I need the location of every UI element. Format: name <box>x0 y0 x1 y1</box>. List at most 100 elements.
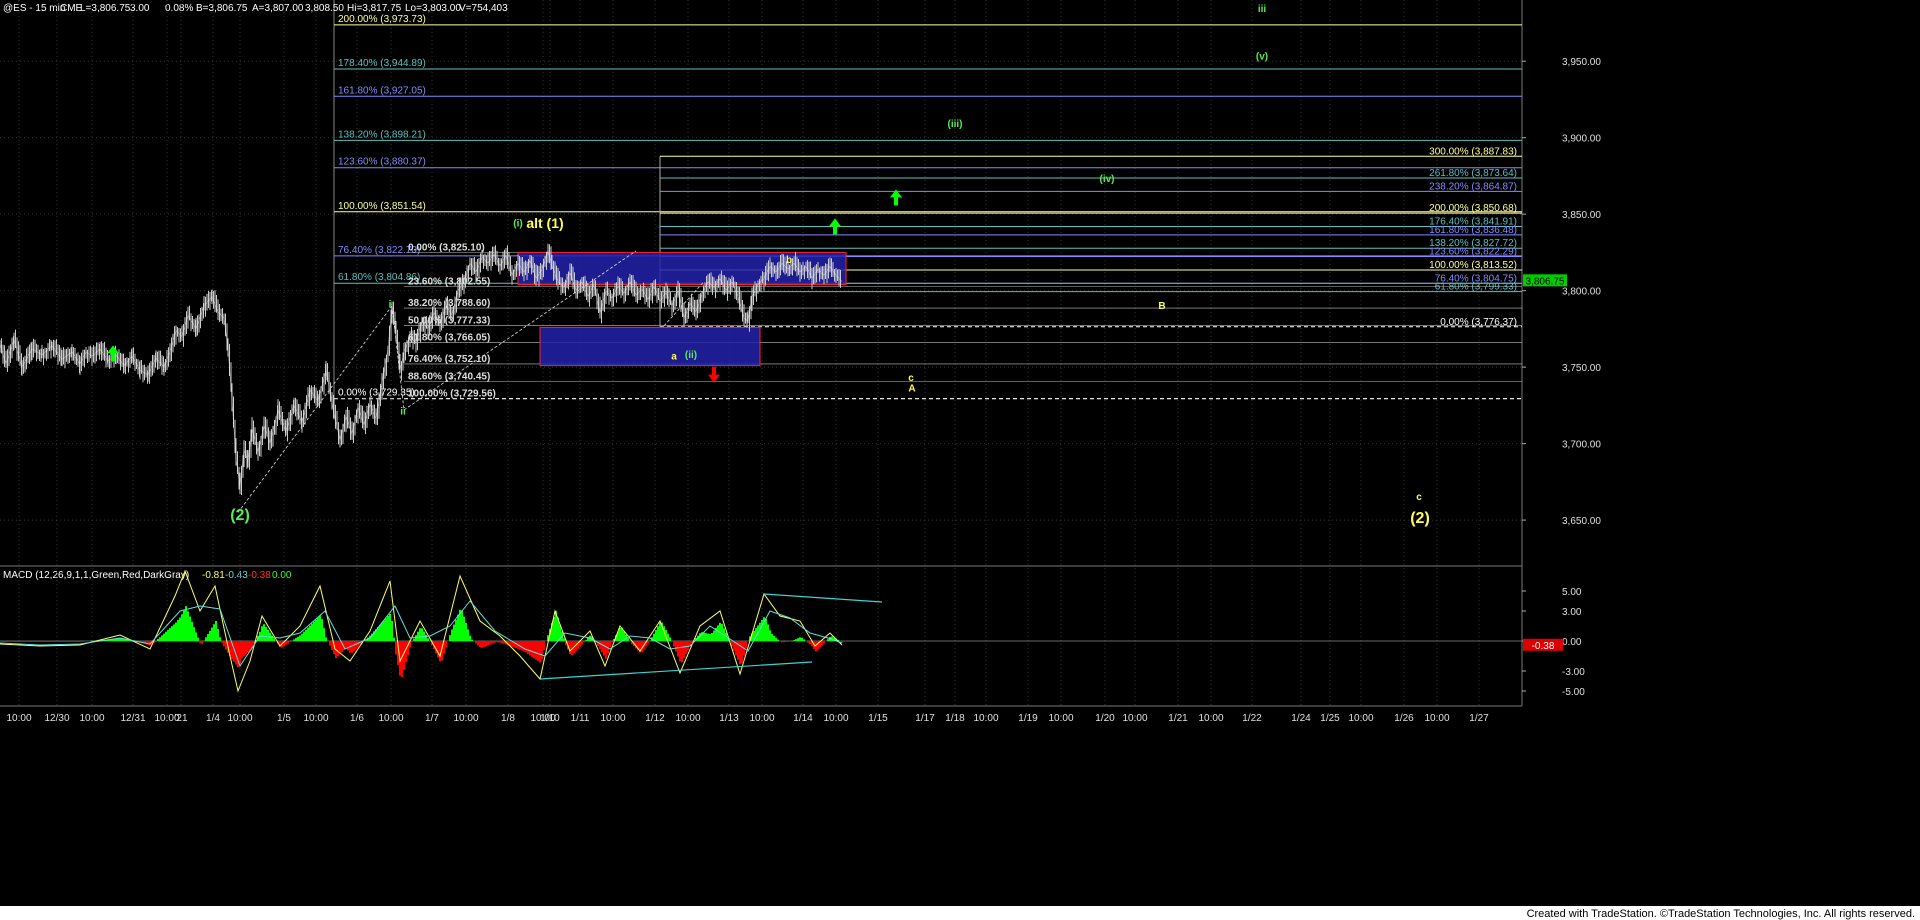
macd-histogram-bar <box>437 641 439 658</box>
macd-histogram-bar <box>545 641 547 642</box>
x-tick-label: 1/4 <box>206 713 220 724</box>
macd-histogram-bar <box>421 628 423 641</box>
macd-histogram-bar <box>493 641 495 643</box>
wave-label: (v) <box>1256 52 1268 63</box>
macd-histogram-bar <box>487 641 489 646</box>
fib-label-right: 238.20% (3,864.87) <box>1429 181 1517 192</box>
macd-histogram-bar <box>771 634 773 641</box>
fib-label-left: 138.20% (3,898.21) <box>338 129 426 140</box>
x-tick-label: 12/31 <box>120 713 145 724</box>
macd-histogram-bar <box>765 618 767 641</box>
macd-histogram-bar <box>319 615 321 641</box>
macd-histogram-bar <box>21 641 23 642</box>
macd-histogram-bar <box>537 641 539 662</box>
target-box-lower <box>539 326 761 367</box>
macd-histogram-bar <box>521 641 523 651</box>
footer-credit: Created with TradeStation. ©TradeStation… <box>1527 908 1915 920</box>
macd-histogram-bar <box>41 641 43 642</box>
macd-histogram-bar <box>195 632 197 641</box>
macd-histogram-bar <box>309 625 311 641</box>
macd-histogram-bar <box>33 641 35 642</box>
macd-histogram-bar <box>711 632 713 641</box>
macd-histogram-bar <box>1 641 3 642</box>
x-tick-label: 10:00 <box>227 713 252 724</box>
y-tick-label: 3,800.00 <box>1562 287 1601 298</box>
macd-histogram-bar <box>387 616 389 641</box>
macd-histogram-bar <box>261 626 263 641</box>
macd-histogram-bar <box>5 641 7 642</box>
fib-retrace-label: 76.40% (3,752.10) <box>408 354 490 365</box>
macd-histogram-bar <box>305 629 307 641</box>
macd-histogram-bar <box>587 637 589 641</box>
macd-histogram-bar <box>29 641 31 642</box>
macd-histogram-bar <box>797 638 799 641</box>
fib-retrace-label: 0.00% (3,825.10) <box>408 242 485 253</box>
macd-y-tick-label: -3.00 <box>1562 667 1585 678</box>
macd-histogram-bar <box>181 614 183 641</box>
header-high: Hi=3,817.75 <box>347 3 402 14</box>
macd-histogram-bar <box>247 641 249 653</box>
macd-histogram-bar <box>175 622 177 641</box>
macd-histogram-bar <box>419 628 421 641</box>
macd-histogram-bar <box>317 617 319 641</box>
macd-histogram-bar <box>43 641 45 642</box>
macd-histogram-bar <box>791 641 793 642</box>
macd-histogram-bar <box>471 639 473 641</box>
macd-histogram-bar <box>759 622 761 641</box>
macd-histogram-bar <box>295 638 297 641</box>
header-pct: 0.08% <box>165 3 193 14</box>
macd-histogram-bar <box>301 633 303 641</box>
macd-histogram-bar <box>61 641 63 642</box>
fib-label-right: 100.00% (3,813.52) <box>1429 260 1517 271</box>
x-tick-label: 10:00 <box>675 713 700 724</box>
macd-histogram-bar <box>381 622 383 641</box>
x-tick-label: 10:00 <box>6 713 31 724</box>
macd-histogram-bar <box>273 638 275 641</box>
x-tick-label: 1/24 <box>1291 713 1311 724</box>
macd-histogram-bar <box>415 635 417 641</box>
macd-histogram-bar <box>219 637 221 641</box>
macd-histogram-bar <box>473 641 475 642</box>
macd-histogram-bar <box>809 641 811 645</box>
x-tick-label: 1/7 <box>425 713 439 724</box>
macd-histogram-bar <box>679 641 681 662</box>
macd-histogram-bar <box>717 625 719 641</box>
x-tick-label: 1/10 <box>540 713 560 724</box>
fib-label-left: 178.40% (3,944.89) <box>338 58 426 69</box>
x-tick-label: 10:00 <box>823 713 848 724</box>
macd-histogram-bar <box>297 636 299 641</box>
macd-histogram-bar <box>189 616 191 641</box>
macd-histogram-bar <box>467 629 469 641</box>
macd-histogram-bar <box>469 635 471 641</box>
macd-histogram-bar <box>789 641 791 642</box>
macd-histogram-bar <box>161 635 163 641</box>
macd-histogram-bar <box>65 641 67 642</box>
macd-histogram-bar <box>605 641 607 659</box>
chart-canvas: @ES - 15 min CME L=3,806.75 3.00 0.08% B… <box>0 0 1920 920</box>
wave-label: (i) <box>513 218 522 229</box>
fib-label-right: 261.80% (3,873.64) <box>1429 168 1517 179</box>
macd-histogram-bar <box>673 641 675 647</box>
fib-label-left: 123.60% (3,880.37) <box>338 157 426 168</box>
macd-histogram-bar <box>627 638 629 641</box>
x-tick-label: 1/18 <box>945 713 965 724</box>
macd-histogram-bar <box>465 623 467 641</box>
x-tick-label: 1/22 <box>1242 713 1262 724</box>
macd-histogram-bar <box>241 641 243 659</box>
macd-histogram-bar <box>391 621 393 641</box>
macd-histogram-bar <box>703 632 705 641</box>
y-tick-label: 3,950.00 <box>1562 57 1601 68</box>
macd-histogram-bar <box>171 626 173 641</box>
macd-histogram-bar <box>77 641 79 642</box>
macd-histogram-bar <box>287 641 289 644</box>
x-tick-label: 1/26 <box>1394 713 1414 724</box>
macd-histogram-bar <box>609 641 611 648</box>
x-tick-label: 1/12 <box>645 713 665 724</box>
wave-label: a <box>671 351 677 362</box>
x-tick-label: 1/19 <box>1018 713 1038 724</box>
macd-histogram-bar <box>165 631 167 641</box>
macd-histogram-bar <box>351 641 353 653</box>
macd-histogram-bar <box>325 637 327 641</box>
macd-histogram-bar <box>481 641 483 648</box>
fib-retrace-label: 88.60% (3,740.45) <box>408 372 490 383</box>
